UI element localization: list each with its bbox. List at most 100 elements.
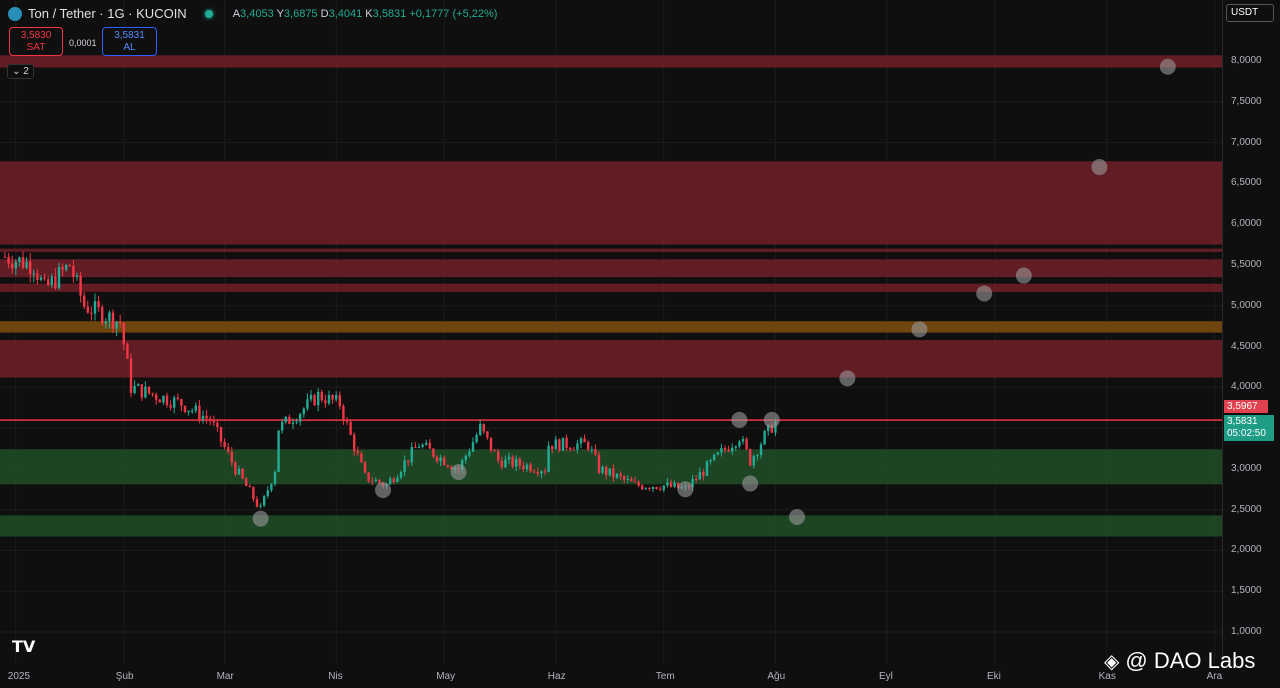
candle-body [75,275,79,278]
candle-body [194,405,197,411]
candle-body [763,431,766,445]
candle-body [417,446,421,448]
y-tick-label: 2,0000 [1231,544,1262,556]
candle-body [623,476,626,480]
candle-body [245,478,248,487]
y-tick-label: 5,5000 [1231,258,1262,270]
sell-button[interactable]: 3,5830 SAT [9,27,63,56]
candle-body [752,455,755,466]
candle-body [554,439,557,450]
candle-body [403,460,406,473]
candle-body [421,444,424,447]
candle-body [511,456,514,467]
candle-body [479,424,482,435]
indicators-toggle[interactable]: ⌄ 2 [7,64,34,79]
watermark-text: @ DAO Labs [1125,648,1256,673]
candle-body [61,267,64,270]
candle-body [155,394,158,400]
marker-point [742,475,759,492]
candle-body [183,405,187,413]
candle-body [446,465,449,467]
candle-body [68,265,71,267]
candle-body [165,395,169,406]
symbol-title[interactable]: Ton / Tether · 1G · KUCOIN [28,6,187,21]
candle-body [39,277,43,280]
candle-body [302,408,305,415]
candle-body [65,265,68,270]
candle-body [83,295,86,307]
y-tick-label: 2,5000 [1231,503,1262,515]
candle-body [79,275,82,296]
price-axis[interactable]: 8,0000 7,5000 7,0000 6,5000 6,0000 5,5000 5,00… [1222,0,1280,664]
candle-body [266,490,269,496]
candle-body [698,472,701,480]
y-tick-label: 5,0000 [1231,299,1262,311]
buy-button[interactable]: 3,5831 AL [102,27,157,56]
candle-body [507,456,511,460]
candle-body [500,460,503,468]
candle-body [547,445,550,473]
marker-point [677,481,694,498]
time-axis[interactable]: 2025 Şub Mar Nis May Haz Tem Ağu Eyl Eki Kas Ara [0,664,1280,688]
candle-body [482,424,485,432]
candle-body [230,451,233,463]
green-zone [0,449,1222,485]
candle-body [252,487,255,500]
orange-zone [0,321,1222,333]
candle-body [709,459,712,462]
candle-body [122,322,125,345]
candle-body [219,427,223,442]
candle-body [371,481,374,483]
y-tick-label: 6,5000 [1231,177,1262,189]
candle-body [281,421,284,431]
candle-body [497,451,500,461]
candle-body [57,267,61,289]
candle-body [644,488,647,490]
candle-body [471,442,475,452]
candle-body [673,482,676,487]
candle-body [615,473,619,478]
candle-body [237,468,241,475]
y-tick-label: 7,5000 [1231,95,1262,107]
red-zone [0,283,1222,292]
candle-body [345,420,349,422]
candle-body [597,454,601,473]
x-tick-label: Eki [987,671,1001,682]
x-tick-label: May [436,671,456,682]
candle-body [518,458,521,466]
candle-body [313,395,316,406]
candle-body [594,449,597,455]
candle-body [738,441,741,447]
candle-body [641,485,644,490]
candle-body [529,464,532,472]
red-zone [0,55,1222,68]
candle-body [227,447,230,452]
candle-body [291,422,295,424]
marker-point [1015,267,1032,284]
candle-body [198,405,201,420]
candle-body [101,307,104,324]
candle-body [731,447,734,452]
candle-body [158,399,161,403]
candle-body [295,421,298,423]
red-zone [0,161,1222,245]
candle-body [72,266,75,278]
candle-body [543,471,547,473]
buy-label: AL [123,42,136,53]
candle-body [655,487,658,489]
green-zone [0,515,1222,537]
candle-body [734,446,737,448]
candle-body [43,277,46,280]
price-chart[interactable] [0,0,1222,664]
candle-body [605,466,608,476]
y-tick-label: 8,0000 [1231,55,1262,66]
line-price-tag: 3,5967 [1224,400,1268,413]
currency-select[interactable]: USDT [1226,4,1274,22]
y-tick-label: 3,0000 [1231,462,1262,474]
candle-body [720,448,723,453]
candle-body [432,448,435,457]
candle-body [374,479,377,482]
candle-body [439,457,442,462]
candle-body [464,455,467,460]
y-tick-label: 4,0000 [1231,381,1262,393]
